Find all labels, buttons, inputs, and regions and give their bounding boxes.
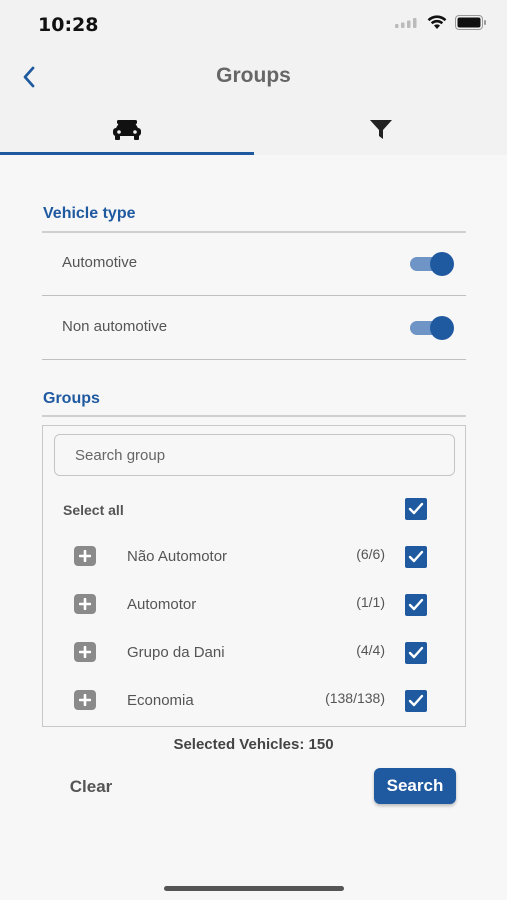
status-time: 10:28 [38,14,99,36]
tab-vehicles[interactable] [0,105,253,155]
toggle-label-non-automotive: Non automotive [62,318,168,335]
groups-box: Select all Não Automotor (6/6) Automotor… [42,425,466,727]
toggle-label-automotive: Automotive [62,254,138,271]
toggle-row-automotive: Automotive [42,232,466,296]
automotive-toggle[interactable] [410,252,454,276]
group-row: Automotor (1/1) [43,584,465,632]
divider [42,415,466,417]
plus-icon[interactable] [74,546,96,566]
toggle-knob [430,252,454,276]
group-checkbox[interactable] [405,690,427,712]
signal-icon [395,17,417,28]
tab-filter[interactable] [254,105,507,155]
groups-title: Groups [43,390,100,407]
car-icon [112,120,141,140]
group-name: Não Automotor [127,548,228,565]
clear-button[interactable]: Clear [60,771,122,803]
filter-icon [369,120,392,139]
home-indicator [164,886,344,891]
search-group-input[interactable] [54,434,455,476]
divider [42,359,466,360]
group-checkbox[interactable] [405,642,427,664]
group-row: Não Automotor (6/6) [43,536,465,584]
non-automotive-toggle[interactable] [410,316,454,340]
toggle-row-non-automotive: Non automotive [42,296,466,360]
checkmark-icon [408,694,424,707]
content: Vehicle type Automotive Non automotive G… [0,155,507,900]
group-checkbox[interactable] [405,594,427,616]
search-button[interactable]: Search [374,768,456,804]
group-count: (4/4) [356,642,385,658]
group-row: Grupo da Dani (4/4) [43,632,465,680]
select-all-label: Select all [63,502,124,518]
checkmark-icon [408,646,424,659]
group-name: Automotor [127,596,197,613]
vehicle-type-title: Vehicle type [43,205,136,222]
checkmark-icon [408,550,424,563]
group-count: (1/1) [356,594,385,610]
group-checkbox[interactable] [405,546,427,568]
group-count: (6/6) [356,546,385,562]
plus-icon[interactable] [74,690,96,710]
group-count: (138/138) [325,690,385,706]
wifi-icon [427,15,447,29]
battery-icon [455,15,486,30]
checkmark-icon [408,502,424,515]
page-title: Groups [216,64,291,87]
tab-bar [0,105,507,155]
group-name: Economia [127,692,194,709]
toggle-knob [430,316,454,340]
plus-icon[interactable] [74,594,96,614]
group-row: Economia (138/138) [43,680,465,728]
plus-icon[interactable] [74,642,96,662]
status-icons [395,15,487,30]
select-all-checkbox[interactable] [405,498,427,520]
nav-bar: Groups [0,50,507,105]
selected-vehicles-count: Selected Vehicles: 150 [173,736,334,753]
status-bar: 10:28 [0,0,507,50]
checkmark-icon [408,598,424,611]
group-name: Grupo da Dani [127,644,225,661]
